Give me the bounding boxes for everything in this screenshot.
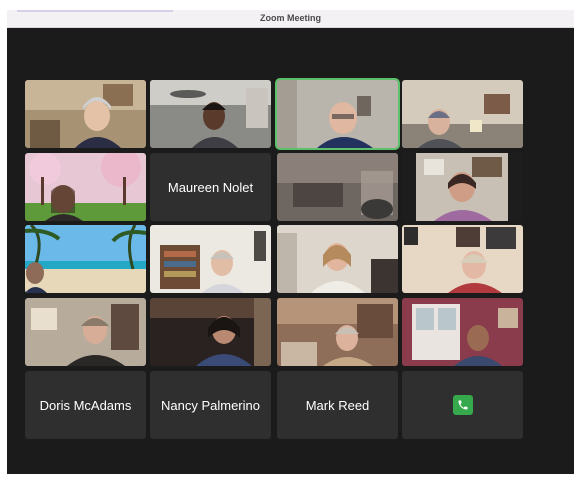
participant-video [150, 80, 271, 148]
video-tile-active-speaker[interactable] [277, 80, 398, 148]
video-tile[interactable] [402, 153, 523, 221]
participant-video [25, 298, 146, 366]
participant-video [402, 298, 523, 366]
participant-name-tile[interactable]: Nancy Palmerino [150, 371, 271, 439]
participant-name: Maureen Nolet [167, 179, 254, 195]
participant-video [277, 298, 398, 366]
video-tile[interactable] [277, 298, 398, 366]
participant-video [277, 225, 398, 293]
participant-video [150, 225, 271, 293]
participant-name-tile[interactable]: Mark Reed [277, 371, 398, 439]
video-tile[interactable] [150, 298, 271, 366]
participant-video [25, 80, 146, 148]
participant-video [402, 225, 523, 293]
window-title-bar: Zoom Meeting [7, 10, 574, 28]
participant-video [150, 298, 271, 366]
video-tile[interactable] [25, 298, 146, 366]
participant-video [402, 153, 523, 221]
video-tile[interactable] [402, 298, 523, 366]
participant-name: Nancy Palmerino [161, 397, 260, 413]
window-title: Zoom Meeting [260, 13, 321, 23]
video-tile[interactable] [25, 80, 146, 148]
video-tile[interactable] [402, 80, 523, 148]
video-tile[interactable] [25, 225, 146, 293]
title-bar-accent [17, 10, 173, 12]
phone-icon [458, 400, 467, 410]
video-tile[interactable] [402, 225, 523, 293]
phone-call-button[interactable] [452, 395, 473, 415]
participant-video [25, 153, 146, 221]
video-tile[interactable] [277, 153, 398, 221]
participant-name-tile[interactable]: Maureen Nolet [150, 153, 271, 221]
participant-name-tile[interactable]: Doris McAdams [25, 371, 146, 439]
participant-video-virtual-background [25, 225, 146, 293]
phone-call-tile[interactable] [402, 371, 523, 439]
participant-video [402, 80, 523, 148]
video-tile[interactable] [150, 225, 271, 293]
participant-video-blurred [277, 153, 398, 221]
meeting-gallery-view: Maureen Nolet Doris McAdams Nancy Palmer… [7, 28, 574, 474]
participant-name: Mark Reed [305, 397, 370, 413]
video-tile[interactable] [277, 225, 398, 293]
participant-video [277, 80, 398, 148]
participant-name: Doris McAdams [39, 397, 132, 413]
video-tile[interactable] [150, 80, 271, 148]
video-tile[interactable] [25, 153, 146, 221]
